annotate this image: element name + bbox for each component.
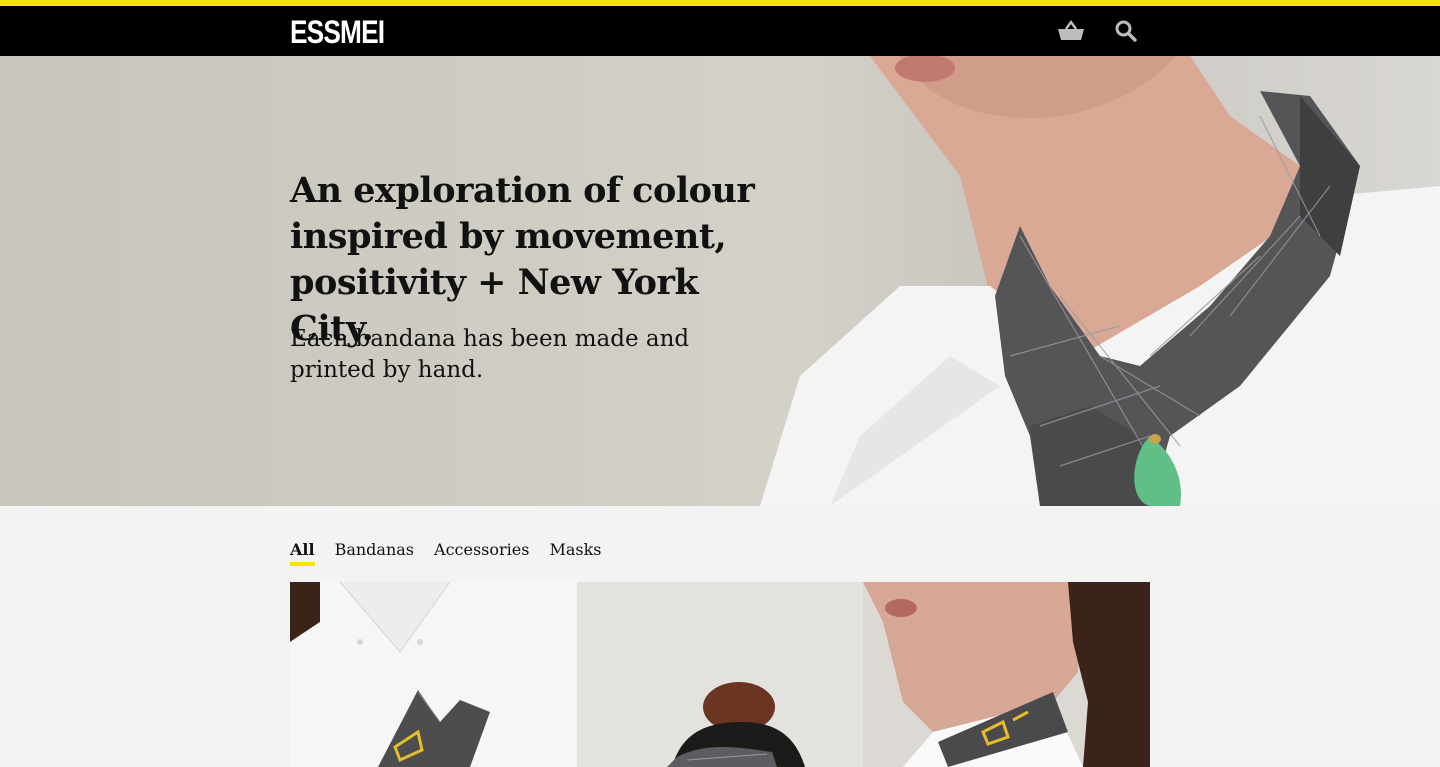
basket-button[interactable]: [1056, 16, 1086, 46]
search-icon: [1115, 20, 1137, 42]
product-image: [290, 582, 577, 767]
hero-subtitle: Each bandana has been made and printed b…: [290, 326, 690, 383]
product-card-shirt-pocket[interactable]: [290, 582, 577, 767]
product-image: [863, 582, 1151, 767]
basket-icon: [1058, 20, 1084, 40]
tab-all[interactable]: All: [290, 540, 315, 566]
product-card-neck[interactable]: [863, 582, 1151, 767]
product-grid: [290, 582, 1151, 767]
product-image: [576, 582, 864, 767]
search-button[interactable]: [1111, 16, 1141, 46]
hero-banner: An exploration of colour inspired by mov…: [0, 56, 1440, 506]
logo[interactable]: ESSMEI: [290, 14, 385, 50]
tab-bandanas[interactable]: Bandanas: [335, 540, 414, 566]
product-card-hair[interactable]: [576, 582, 864, 767]
top-nav-bar: ESSMEI: [0, 0, 1440, 56]
category-tabs: All Bandanas Accessories Masks: [290, 540, 602, 566]
tab-accessories[interactable]: Accessories: [434, 540, 529, 566]
tab-masks[interactable]: Masks: [549, 540, 601, 566]
